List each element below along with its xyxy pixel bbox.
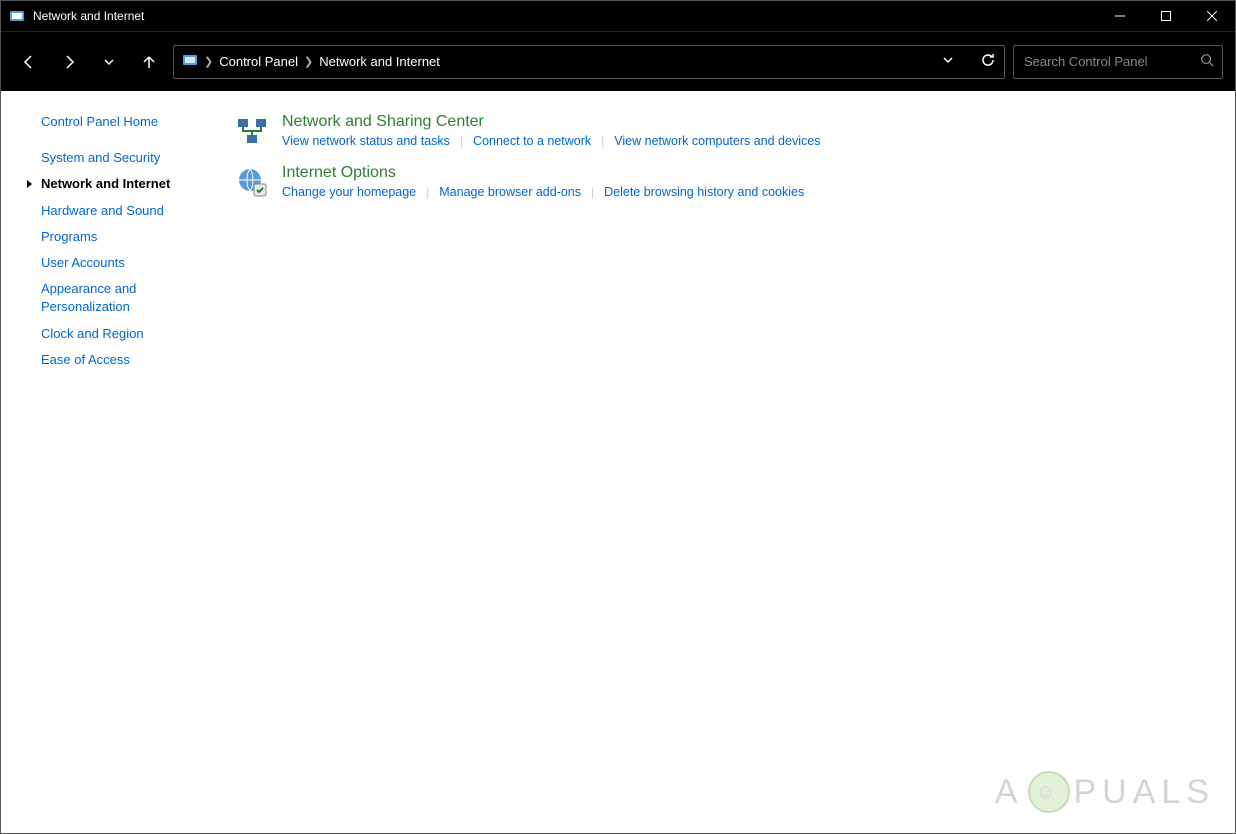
forward-button[interactable] — [53, 46, 85, 78]
category-title-internet-options[interactable]: Internet Options — [282, 164, 804, 182]
link-delete-history[interactable]: Delete browsing history and cookies — [604, 185, 804, 199]
divider: | — [591, 185, 594, 199]
sidebar-item-home[interactable]: Control Panel Home — [1, 109, 206, 135]
category-title-network-sharing[interactable]: Network and Sharing Center — [282, 113, 820, 131]
up-button[interactable] — [133, 46, 165, 78]
search-icon[interactable] — [1200, 53, 1214, 70]
divider: | — [460, 134, 463, 148]
toolbar: ❯ Control Panel ❯ Network and Internet — [1, 31, 1235, 91]
chevron-right-icon: ❯ — [204, 55, 213, 68]
divider: | — [426, 185, 429, 199]
breadcrumb-root[interactable]: Control Panel — [219, 54, 298, 69]
divider: | — [601, 134, 604, 148]
sidebar-item-network-internet[interactable]: Network and Internet — [1, 171, 206, 197]
window-controls — [1097, 1, 1235, 31]
network-icon — [236, 115, 268, 147]
breadcrumb-current[interactable]: Network and Internet — [319, 54, 440, 69]
recent-dropdown[interactable] — [93, 46, 125, 78]
sidebar-item-programs[interactable]: Programs — [1, 224, 206, 250]
category-network-sharing: Network and Sharing Center View network … — [236, 113, 1225, 148]
sidebar-item-user-accounts[interactable]: User Accounts — [1, 250, 206, 276]
link-change-homepage[interactable]: Change your homepage — [282, 185, 416, 199]
sidebar-item-clock-region[interactable]: Clock and Region — [1, 321, 206, 347]
link-view-network-status[interactable]: View network status and tasks — [282, 134, 450, 148]
watermark: A ☺ PUALS — [995, 771, 1215, 813]
globe-icon — [236, 166, 268, 198]
maximize-button[interactable] — [1143, 1, 1189, 31]
category-internet-options: Internet Options Change your homepage | … — [236, 164, 1225, 199]
back-button[interactable] — [13, 46, 45, 78]
watermark-text-rest: PUALS — [1074, 773, 1216, 812]
link-manage-addons[interactable]: Manage browser add-ons — [439, 185, 581, 199]
address-dropdown[interactable] — [942, 54, 954, 69]
content-area: Control Panel Home System and Security N… — [1, 91, 1235, 833]
category-links: View network status and tasks | Connect … — [282, 134, 820, 148]
search-box[interactable] — [1013, 45, 1223, 79]
sidebar: Control Panel Home System and Security N… — [1, 91, 206, 833]
chevron-right-icon: ❯ — [304, 55, 313, 68]
address-bar[interactable]: ❯ Control Panel ❯ Network and Internet — [173, 45, 1005, 79]
titlebar: Network and Internet — [1, 1, 1235, 31]
refresh-button[interactable] — [980, 52, 996, 71]
minimize-button[interactable] — [1097, 1, 1143, 31]
link-connect-network[interactable]: Connect to a network — [473, 134, 591, 148]
watermark-face-icon: ☺ — [1028, 771, 1070, 813]
control-panel-icon — [182, 52, 198, 71]
sidebar-item-hardware-sound[interactable]: Hardware and Sound — [1, 198, 206, 224]
window-title: Network and Internet — [33, 9, 1097, 23]
category-links: Change your homepage | Manage browser ad… — [282, 185, 804, 199]
sidebar-item-system-security[interactable]: System and Security — [1, 145, 206, 171]
main-panel: Network and Sharing Center View network … — [206, 91, 1235, 833]
watermark-text-a: A — [995, 773, 1024, 812]
sidebar-item-ease-of-access[interactable]: Ease of Access — [1, 347, 206, 373]
link-view-network-computers[interactable]: View network computers and devices — [614, 134, 820, 148]
close-button[interactable] — [1189, 1, 1235, 31]
sidebar-item-appearance[interactable]: Appearance and Personalization — [1, 276, 206, 320]
app-icon — [9, 8, 25, 24]
search-input[interactable] — [1024, 54, 1200, 69]
